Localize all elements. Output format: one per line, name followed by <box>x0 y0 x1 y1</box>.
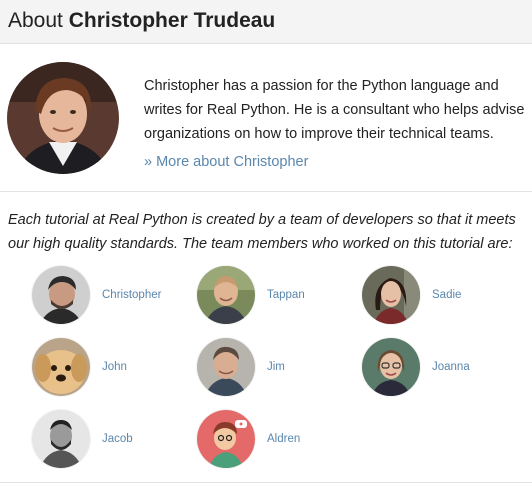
team-member-name: Tappan <box>267 289 305 301</box>
section-divider <box>0 191 532 192</box>
christopher-photo-icon <box>32 266 90 324</box>
team-member-christopher[interactable]: Christopher <box>32 266 161 324</box>
jacob-photo-icon <box>32 410 90 468</box>
team-member-john[interactable]: John <box>32 338 127 396</box>
author-name: Christopher Trudeau <box>68 9 276 32</box>
team-member-aldren[interactable]: Aldren <box>197 410 300 468</box>
team-member-name: Christopher <box>102 289 162 301</box>
john-dog-photo-icon <box>32 338 90 396</box>
team-member-name: Jacob <box>102 433 133 445</box>
title-prefix: About <box>8 9 63 32</box>
team-member-name: Jim <box>267 361 285 373</box>
author-bio-section: Christopher has a passion for the Python… <box>0 44 532 191</box>
team-member-sadie[interactable]: Sadie <box>362 266 461 324</box>
section-divider <box>0 482 532 483</box>
page-title: About Christopher Trudeau <box>8 9 275 33</box>
more-about-author-link[interactable]: » More about Christopher <box>144 154 308 170</box>
team-member-name: Sadie <box>432 289 462 301</box>
team-member-jacob[interactable]: Jacob <box>32 410 133 468</box>
team-member-name: Joanna <box>432 361 470 373</box>
aldren-cartoon-avatar-icon <box>197 410 255 468</box>
tappan-photo-icon <box>197 266 255 324</box>
author-bio: Christopher has a passion for the Python… <box>144 74 526 146</box>
sadie-photo-icon <box>362 266 420 324</box>
team-member-name: Aldren <box>267 433 301 445</box>
author-avatar <box>7 62 119 174</box>
team-member-jim[interactable]: Jim <box>197 338 285 396</box>
team-member-name: John <box>102 361 127 373</box>
jim-photo-icon <box>197 338 255 396</box>
team-member-tappan[interactable]: Tappan <box>197 266 305 324</box>
team-member-joanna[interactable]: Joanna <box>362 338 470 396</box>
page-header: About Christopher Trudeau <box>0 0 532 44</box>
team-intro-text: Each tutorial at Real Python is created … <box>8 212 516 252</box>
joanna-photo-icon <box>362 338 420 396</box>
author-bio-text: Christopher has a passion for the Python… <box>144 78 525 142</box>
